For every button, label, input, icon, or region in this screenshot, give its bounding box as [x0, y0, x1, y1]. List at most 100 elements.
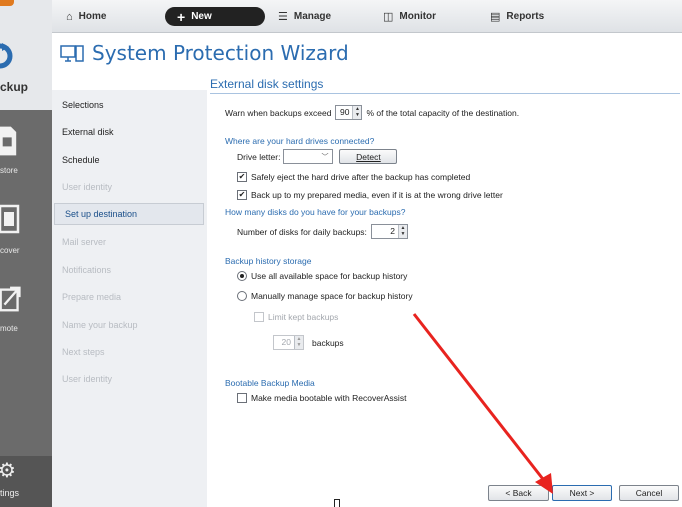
limit-label: Limit kept backups	[268, 312, 339, 322]
monitor-icon: ◫	[383, 11, 394, 23]
bootable-heading: Bootable Backup Media	[225, 378, 315, 388]
sidebar-settings-label: tings	[0, 488, 20, 498]
sidebar-item-recover[interactable]: cover	[0, 196, 52, 266]
num-disks-stepper[interactable]: 2 ▲ ▼	[370, 224, 408, 239]
sidebar-item-restore[interactable]: store	[0, 118, 52, 188]
toolbar-home-label: Home	[78, 11, 107, 22]
safely-eject-checkbox[interactable]: ✔	[237, 172, 247, 182]
app-sidebar: ckup store cover mote ⚙ tings	[0, 0, 52, 507]
drive-letter-label: Drive letter:	[237, 151, 281, 162]
restore-icon	[0, 126, 17, 156]
use-all-row: Use all available space for backup histo…	[237, 271, 407, 281]
step-next-steps: Next steps	[62, 347, 105, 357]
safely-eject-label: Safely eject the hard drive after the ba…	[251, 172, 471, 182]
step-selections[interactable]: Selections	[62, 100, 104, 110]
use-all-radio[interactable]	[237, 271, 247, 281]
safely-eject-row: ✔ Safely eject the hard drive after the …	[237, 172, 470, 182]
history-heading: Backup history storage	[225, 256, 312, 266]
next-button-label: Next >	[569, 488, 595, 498]
toolbar-reports-label: Reports	[506, 11, 545, 22]
step-user-identity-2: User identity	[62, 374, 113, 384]
drive-letter-select[interactable]: ﹀	[283, 149, 334, 164]
wizard-header: System Protection Wizard	[52, 33, 682, 73]
step-set-up-destination[interactable]: Set up destination	[54, 203, 204, 225]
toolbar-new-button[interactable]: + New	[165, 7, 265, 26]
bootable-checkbox[interactable]	[237, 393, 247, 403]
limit-row: Limit kept backups	[254, 312, 338, 322]
limit-stepper[interactable]: 20 ▲ ▼	[273, 335, 304, 350]
manual-radio[interactable]	[237, 291, 247, 301]
brand-accent	[0, 0, 14, 6]
cancel-button-label: Cancel	[635, 488, 663, 498]
stepper-arrows-icon[interactable]: ▲ ▼	[352, 106, 362, 119]
cancel-button[interactable]: Cancel	[619, 485, 679, 501]
recover-icon	[0, 204, 20, 234]
sidebar-backup-label: ckup	[0, 80, 29, 94]
toolbar-manage-label: Manage	[293, 11, 332, 22]
gear-icon: ⚙	[0, 460, 16, 482]
num-disks-row: Number of disks for daily backups: 2 ▲ ▼	[237, 224, 412, 239]
drive-letter-row: Drive letter: ﹀ Detect	[237, 149, 398, 164]
toolbar-reports-button[interactable]: ▤ Reports	[490, 8, 544, 25]
next-button[interactable]: Next >	[552, 485, 612, 501]
warn-percent-value[interactable]: 90	[336, 106, 352, 119]
section-title: External disk settings	[210, 77, 324, 91]
num-disks-label: Number of disks for daily backups:	[237, 226, 367, 237]
toolbar-new-label: New	[191, 11, 212, 22]
sidebar-item-remote[interactable]: mote	[0, 276, 52, 346]
warn-row: Warn when backups exceed 90 ▲ ▼ % of the …	[225, 105, 519, 120]
limit-value[interactable]: 20	[274, 336, 294, 349]
computer-icon	[60, 45, 84, 62]
sidebar-item-settings[interactable]: ⚙ tings	[0, 456, 52, 507]
back-button-label: < Back	[505, 488, 532, 498]
step-mail-server: Mail server	[62, 237, 107, 247]
num-disks-value[interactable]: 2	[372, 225, 398, 238]
where-heading: Where are your hard drives connected?	[225, 136, 375, 146]
warn-prefix-label: Warn when backups exceed	[225, 107, 332, 118]
use-all-label: Use all available space for backup histo…	[251, 271, 408, 281]
warn-suffix-label: % of the total capacity of the destinati…	[366, 107, 520, 118]
list-icon: ☰	[278, 11, 288, 23]
warn-percent-stepper[interactable]: 90 ▲ ▼	[335, 105, 363, 120]
toolbar-monitor-button[interactable]: ◫ Monitor	[383, 8, 436, 25]
backup-icon	[0, 43, 13, 69]
step-external-disk[interactable]: External disk	[62, 127, 114, 137]
sidebar-recover-label: cover	[0, 246, 20, 255]
step-name-your-backup: Name your backup	[62, 320, 138, 330]
home-icon: ⌂	[66, 10, 73, 23]
sidebar-remote-label: mote	[0, 324, 18, 333]
stepper-arrows-icon[interactable]: ▲ ▼	[294, 336, 303, 349]
bootable-label: Make media bootable with RecoverAssist	[251, 393, 407, 403]
wizard-steps: Selections External disk Schedule User i…	[52, 90, 207, 507]
page-title: System Protection Wizard	[92, 41, 349, 65]
detect-button[interactable]: Detect	[339, 149, 398, 164]
detect-button-label: Detect	[356, 151, 381, 162]
step-user-identity: User identity	[62, 182, 113, 192]
manual-label: Manually manage space for backup history	[251, 291, 413, 301]
sidebar-active-tile[interactable]: ckup	[0, 0, 52, 110]
radio-selected-dot	[240, 274, 244, 278]
section-divider	[210, 93, 680, 94]
reports-icon: ▤	[490, 11, 501, 23]
backup-prepared-row: ✔ Back up to my prepared media, even if …	[237, 190, 503, 200]
remote-icon	[0, 286, 21, 312]
chevron-down-icon: ﹀	[321, 153, 329, 161]
toolbar-manage-button[interactable]: ☰ Manage	[278, 8, 331, 25]
toolbar-home-button[interactable]: ⌂ Home	[66, 8, 106, 25]
back-button[interactable]: < Back	[488, 485, 549, 501]
sidebar-restore-label: store	[0, 166, 18, 175]
toolbar-monitor-label: Monitor	[399, 11, 437, 22]
step-schedule[interactable]: Schedule	[62, 155, 100, 165]
manual-row: Manually manage space for backup history	[237, 291, 413, 301]
how-many-heading: How many disks do you have for your back…	[225, 207, 406, 217]
step-notifications: Notifications	[62, 265, 112, 275]
limit-checkbox[interactable]	[254, 312, 264, 322]
plus-icon: +	[177, 8, 186, 25]
limit-suffix-label: backups	[312, 337, 344, 348]
backup-prepared-label: Back up to my prepared media, even if it…	[251, 190, 503, 200]
text-cursor-icon	[334, 499, 340, 507]
backup-prepared-checkbox[interactable]: ✔	[237, 190, 247, 200]
main-toolbar: ⌂ Home + New ☰ Manage ◫ Monitor ▤ Report…	[52, 0, 682, 33]
stepper-arrows-icon[interactable]: ▲ ▼	[397, 225, 407, 238]
bootable-row: Make media bootable with RecoverAssist	[237, 393, 406, 403]
